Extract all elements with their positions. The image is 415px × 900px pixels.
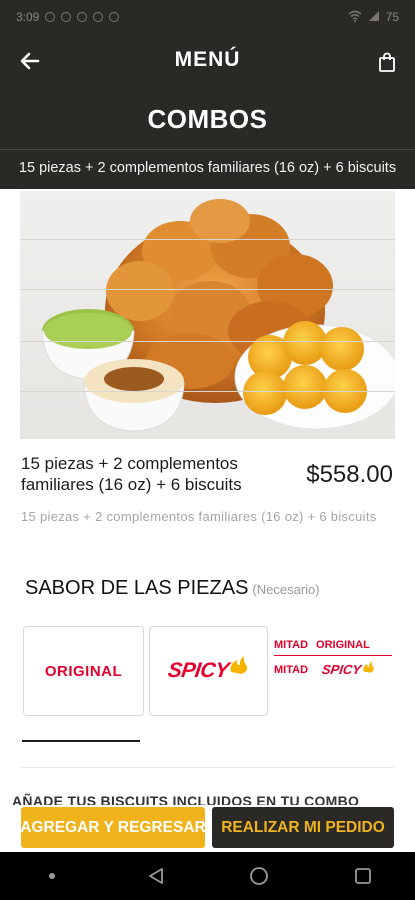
action-bar: AGREGAR Y REGRESAR REALIZAR MI PEDIDO [0,805,415,850]
flavor-heading: SABOR DE LAS PIEZAS (Necesario) [25,577,320,600]
dot-icon [48,873,55,879]
half-divider [274,655,392,656]
nav-dot[interactable] [32,856,72,896]
flavor-heading-label: SABOR DE LAS PIEZAS [25,577,249,599]
circle-home-icon [250,867,269,885]
header-title: MENÚ [174,48,241,71]
facebook-icon [77,12,88,22]
status-left: 3:09 [16,10,120,24]
system-nav-bar [0,852,415,900]
required-label: (Necesario) [252,582,320,597]
square-recents-icon [355,868,372,884]
status-time: 3:09 [16,10,40,24]
product-description: 15 piezas + 2 complementos familiares (1… [21,509,377,524]
place-order-button[interactable]: REALIZAR MI PEDIDO [212,807,394,848]
cart-button[interactable] [373,48,401,76]
nav-recents[interactable] [343,856,383,896]
selection-indicator [22,740,140,742]
header-divider [0,149,415,150]
app-header: MENÚ COMBOS 15 piezas + 2 complementos f… [0,34,415,189]
flavor-option-spicy[interactable]: SPICY [149,626,268,716]
half-spicy-row: MITAD SPICY [274,660,392,677]
nav-home[interactable] [239,856,279,896]
battery-level: 75 [385,10,399,24]
wifi-icon [348,10,362,25]
instagram-icon [93,12,104,22]
add-and-return-button[interactable]: AGREGAR Y REGRESAR [20,807,206,848]
section-title: COMBOS [147,104,268,134]
product-name: 15 piezas + 2 complementos familiares (1… [21,454,242,494]
product-price: $558.00 [306,461,393,488]
triangle-back-icon [148,868,163,884]
combo-subtitle: 15 piezas + 2 complementos familiares (1… [18,160,397,176]
half-original-row: MITAD ORIGINAL [274,639,370,651]
product-image [20,191,395,439]
flavor-option-half-half[interactable]: MITAD ORIGINAL MITAD SPICY [274,639,392,705]
spicy-logo: SPICY [166,659,231,682]
signal-icon [368,10,380,25]
flame-icon [230,656,247,674]
shopping-bag-icon [379,52,395,72]
status-bar: 3:09 75 [0,0,415,34]
chicken-combo-illustration [41,199,395,432]
messenger-icon [61,12,72,22]
product-detail-scroll[interactable]: 15 piezas + 2 complementos familiares (1… [0,189,415,809]
original-logo: ORIGINAL [44,662,123,680]
nav-back[interactable] [136,856,176,896]
whatsapp-icon [45,12,56,22]
youtube-icon [109,12,120,22]
section-divider [21,767,394,768]
flame-icon [363,660,374,673]
flavor-option-original[interactable]: ORIGINAL [23,626,144,716]
status-right: 75 [348,10,399,25]
